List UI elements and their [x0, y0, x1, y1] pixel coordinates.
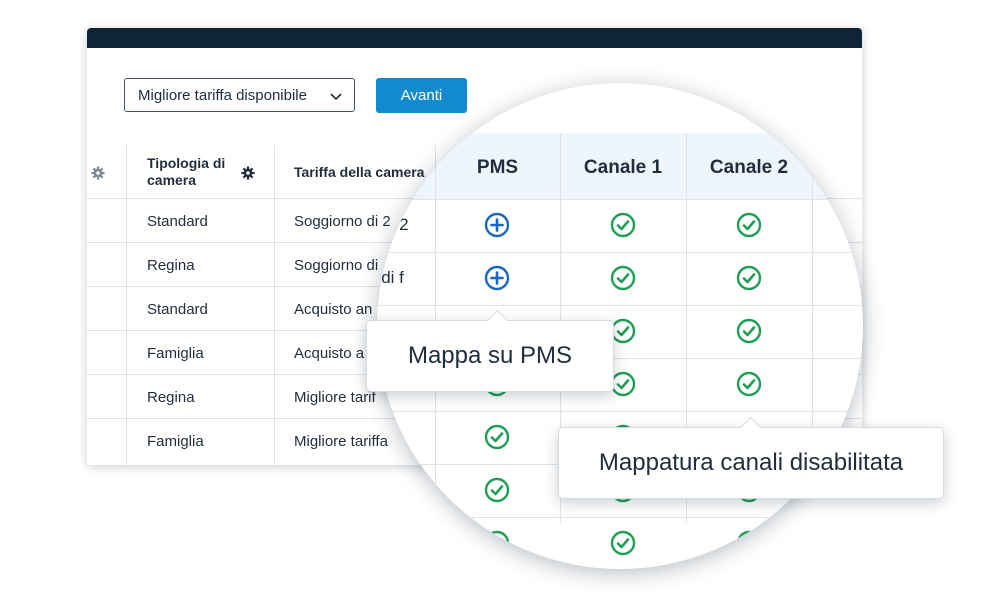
room-type-cell: Famiglia — [147, 433, 204, 450]
gear-icon[interactable] — [241, 166, 255, 180]
check-circle-icon — [484, 477, 510, 503]
room-type-cell: Regina — [147, 389, 195, 406]
check-circle-icon — [736, 265, 762, 291]
plus-circle-icon[interactable] — [484, 212, 510, 238]
tooltip-text: Mappa su PMS — [407, 342, 573, 369]
check-circle-icon — [736, 212, 762, 238]
rate-cell: Soggiorno di 2 — [377, 215, 409, 234]
mapping-disabled-tooltip: Mappatura canali disabilitata — [558, 416, 944, 499]
check-circle-icon — [736, 530, 762, 556]
gear-icon[interactable] — [91, 166, 105, 180]
column-divider — [126, 145, 127, 465]
rate-cell: Migliore tariffa — [294, 433, 388, 450]
check-circle-icon — [610, 265, 636, 291]
rate-cell: Migliore tarif — [294, 389, 376, 406]
plus-circle-icon[interactable] — [484, 265, 510, 291]
map-pms-tooltip: Mappa su PMS — [366, 309, 614, 392]
next-button[interactable]: Avanti — [376, 78, 467, 113]
check-circle-icon — [736, 371, 762, 397]
rate-cell: Acquisto an — [294, 301, 373, 318]
column-header-room-type: Tipologia di camera — [147, 155, 225, 189]
room-type-cell: Regina — [147, 257, 195, 274]
check-circle-icon — [736, 318, 762, 344]
panel-header-bar — [87, 28, 862, 48]
check-circle-icon — [610, 530, 636, 556]
rate-plan-select[interactable]: Migliore tariffa disponibile — [124, 78, 355, 112]
column-header-channel-1: Canale 1 — [583, 157, 663, 178]
check-circle-icon — [610, 212, 636, 238]
column-header-channel-2: Canale 2 — [709, 157, 789, 178]
rate-cell: Soggiorno di — [294, 257, 379, 274]
chevron-down-icon — [330, 93, 342, 101]
room-type-cell: Standard — [147, 213, 208, 230]
column-header-room-type-line1: Tipologia di — [147, 155, 226, 171]
check-circle-icon — [484, 530, 510, 556]
column-divider — [274, 145, 275, 465]
column-header-pms: PMS — [476, 157, 519, 178]
room-type-cell: Famiglia — [147, 345, 204, 362]
column-header-room-type-line2: camera — [147, 172, 197, 188]
rate-plan-select-value: Migliore tariffa disponibile — [138, 86, 307, 104]
check-circle-icon — [484, 424, 510, 450]
rate-cell: Soggiorno di f — [377, 268, 404, 287]
tooltip-text: Mappatura canali disabilitata — [598, 449, 904, 476]
room-type-cell: Standard — [147, 301, 208, 318]
rate-cell: Acquisto a — [294, 345, 365, 362]
